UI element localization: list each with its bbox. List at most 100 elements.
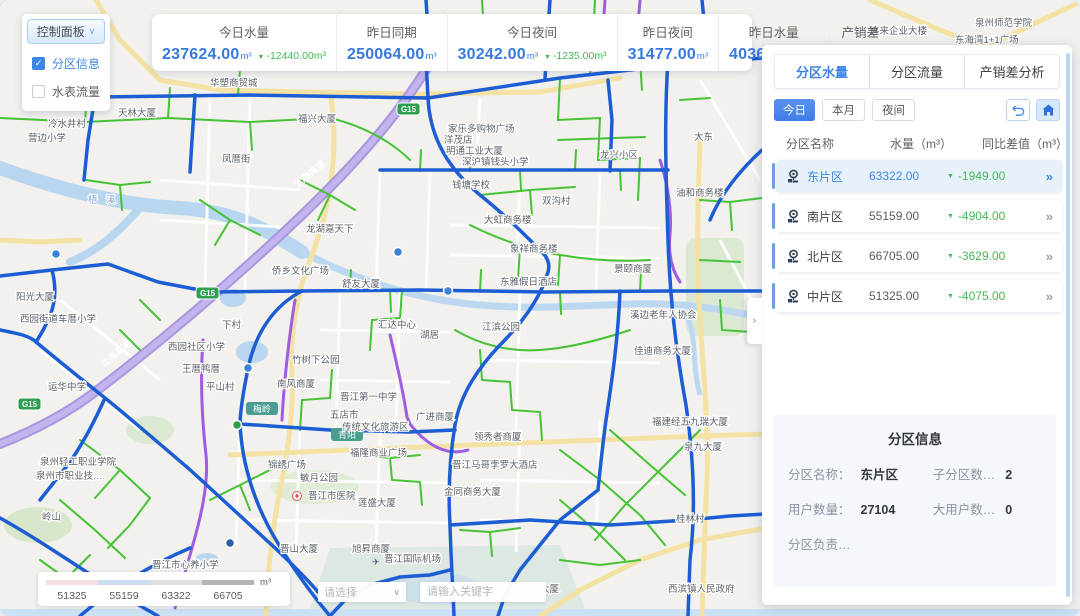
layer-toggle-meter-flow[interactable]: 水表流量 [32,83,102,100]
table-row-south[interactable]: 南片区 55159.00 ▼ -4904.00 » [776,200,1062,232]
chevron-double-right-icon[interactable]: » [1046,169,1053,184]
panel-scrollbar[interactable] [1066,53,1070,597]
svg-text:西园街道车厝小学: 西园街道车厝小学 [20,313,96,325]
svg-text:油和商务楼: 油和商务楼 [676,187,724,199]
home-button[interactable] [1036,99,1060,121]
col-volume: 水量（m³） [890,135,982,152]
chevron-double-right-icon[interactable]: » [1046,209,1053,224]
zone-diff: -4904.00 [958,209,1036,223]
zone-volume: 55159.00 [869,209,947,223]
svg-text:G15: G15 [22,400,38,409]
keyword-search-input[interactable] [420,582,546,602]
stat-value: 31477.00 [628,46,696,64]
hospital-cross-icon [293,492,302,501]
subtab-month[interactable]: 本月 [822,99,865,121]
svg-text:家乐多购物广场: 家乐多购物广场 [448,123,515,135]
legend-value: 66705 [202,590,254,602]
table-row-east[interactable]: 东片区 63322.00 ▼ -1949.00 » [776,160,1062,192]
svg-text:湖居: 湖居 [420,330,439,341]
checkbox-unchecked-icon[interactable] [32,85,45,98]
layer-toggle-zone-info[interactable]: ✓ 分区信息 [32,55,102,72]
tab-zone-flow[interactable]: 分区流量 [869,55,964,88]
down-triangle-icon: ▼ [544,54,551,61]
svg-text:晋江市心养小学: 晋江市心养小学 [152,559,219,571]
field-value: 2 [1005,468,1012,482]
field-label: 子分区数… [933,464,996,483]
svg-text:晋江第一中学: 晋江第一中学 [340,391,397,403]
zone-volume: 66705.00 [869,249,947,263]
svg-text:南风商厦: 南风商厦 [277,378,316,390]
control-panel-label: 控制面板 [37,23,85,40]
tab-nrw-analysis[interactable]: 产销差分析 [964,55,1059,88]
stat-unit: m³ [697,51,708,62]
legend-segment-4 [202,580,254,585]
zone-info-title: 分区信息 [788,428,1042,448]
svg-text:平山村: 平山村 [206,381,235,393]
field-label: 大用户数… [933,499,996,518]
zone-name: 北片区 [807,248,869,265]
svg-text:华塑商贸城: 华塑商贸城 [210,77,258,89]
svg-text:桂林村: 桂林村 [676,513,705,525]
undo-icon [1012,105,1025,116]
stat-label: 产销差 [841,22,879,41]
svg-text:敏月公园: 敏月公园 [300,472,338,484]
svg-text:莲盛大厦: 莲盛大厦 [358,497,397,509]
svg-text:营边小学: 营边小学 [28,132,66,144]
field-value: 东片区 [861,464,899,483]
undo-button[interactable] [1006,99,1030,121]
legend-value: 51325 [46,590,98,602]
svg-text:王厝鸭厝: 王厝鸭厝 [182,363,220,375]
stat-label: 昨日夜间 [643,22,693,41]
subtab-night[interactable]: 夜间 [872,99,915,121]
svg-text:晋山大厦: 晋山大厦 [280,543,319,555]
stat-label: 今日夜间 [507,22,557,41]
field-label: 用户数量： [788,499,851,518]
stat-last-night: 昨日夜间 31477.00m³ [617,14,718,71]
field-value: 27104 [861,503,896,517]
svg-text:凤厝街: 凤厝街 [222,153,251,165]
svg-text:泉州轻工职业学院: 泉州轻工职业学院 [40,456,117,468]
svg-text:领秀者商厦: 领秀者商厦 [474,431,522,443]
svg-text:竹树下公园: 竹树下公园 [292,354,340,366]
zone-pin-icon [785,169,801,184]
svg-text:金同商务大厦: 金同商务大厦 [444,486,502,498]
chevron-double-right-icon[interactable]: » [1046,289,1053,304]
svg-text:钱塘学校: 钱塘学校 [452,179,491,191]
svg-text:传统文化旅游区: 传统文化旅游区 [342,421,409,433]
map-legend: m³ 51325 55159 63322 66705 [38,572,290,606]
svg-text:运华中学: 运华中学 [48,381,86,393]
svg-text:明通工业大厦: 明通工业大厦 [446,145,504,157]
legend-value: 55159 [98,590,150,602]
table-row-central[interactable]: 中片区 51325.00 ▼ -4075.00 » [776,280,1062,312]
svg-text:溪边老年人协会: 溪边老年人协会 [630,309,697,321]
airport-plane-icon: ✈ [372,557,380,567]
legend-segment-3 [150,580,202,585]
chevron-double-right-icon[interactable]: » [1046,249,1053,264]
down-triangle-icon: ▼ [947,213,954,220]
subtab-today[interactable]: 今日 [774,99,815,121]
checkbox-checked-icon[interactable]: ✓ [32,57,45,70]
zone-pin-icon [785,209,801,224]
zone-diff: -1949.00 [958,169,1036,183]
svg-text:天林大厦: 天林大厦 [118,107,157,119]
legend-segment-1 [46,580,98,585]
stat-label: 昨日同期 [367,22,417,41]
control-panel-button[interactable]: 控制面板 ∨ [27,19,105,44]
panel-collapse-handle[interactable]: › [747,298,762,344]
svg-text:锦绣广场: 锦绣广场 [268,459,306,471]
tab-zone-volume[interactable]: 分区水量 [775,55,869,88]
svg-text:G15: G15 [200,289,216,298]
zone-diff: -4075.00 [958,289,1036,303]
svg-text:深沪镇钱头小学: 深沪镇钱头小学 [462,156,529,168]
zone-diff: -3629.00 [958,249,1036,263]
chevron-down-icon: ∨ [393,587,400,598]
zone-volume: 51325.00 [869,289,947,303]
control-panel: 控制面板 ∨ ✓ 分区信息 水表流量 [22,14,110,111]
legend-segment-2 [98,580,150,585]
svg-text:龙兴小区: 龙兴小区 [600,149,639,161]
table-row-north[interactable]: 北片区 66705.00 ▼ -3629.00 » [776,240,1062,272]
svg-text:象祥商务楼: 象祥商务楼 [510,243,558,255]
zone-select-dropdown[interactable]: 请选择 ∨ [318,582,406,602]
legend-unit: m³ [260,577,271,588]
zone-name: 南片区 [807,208,869,225]
